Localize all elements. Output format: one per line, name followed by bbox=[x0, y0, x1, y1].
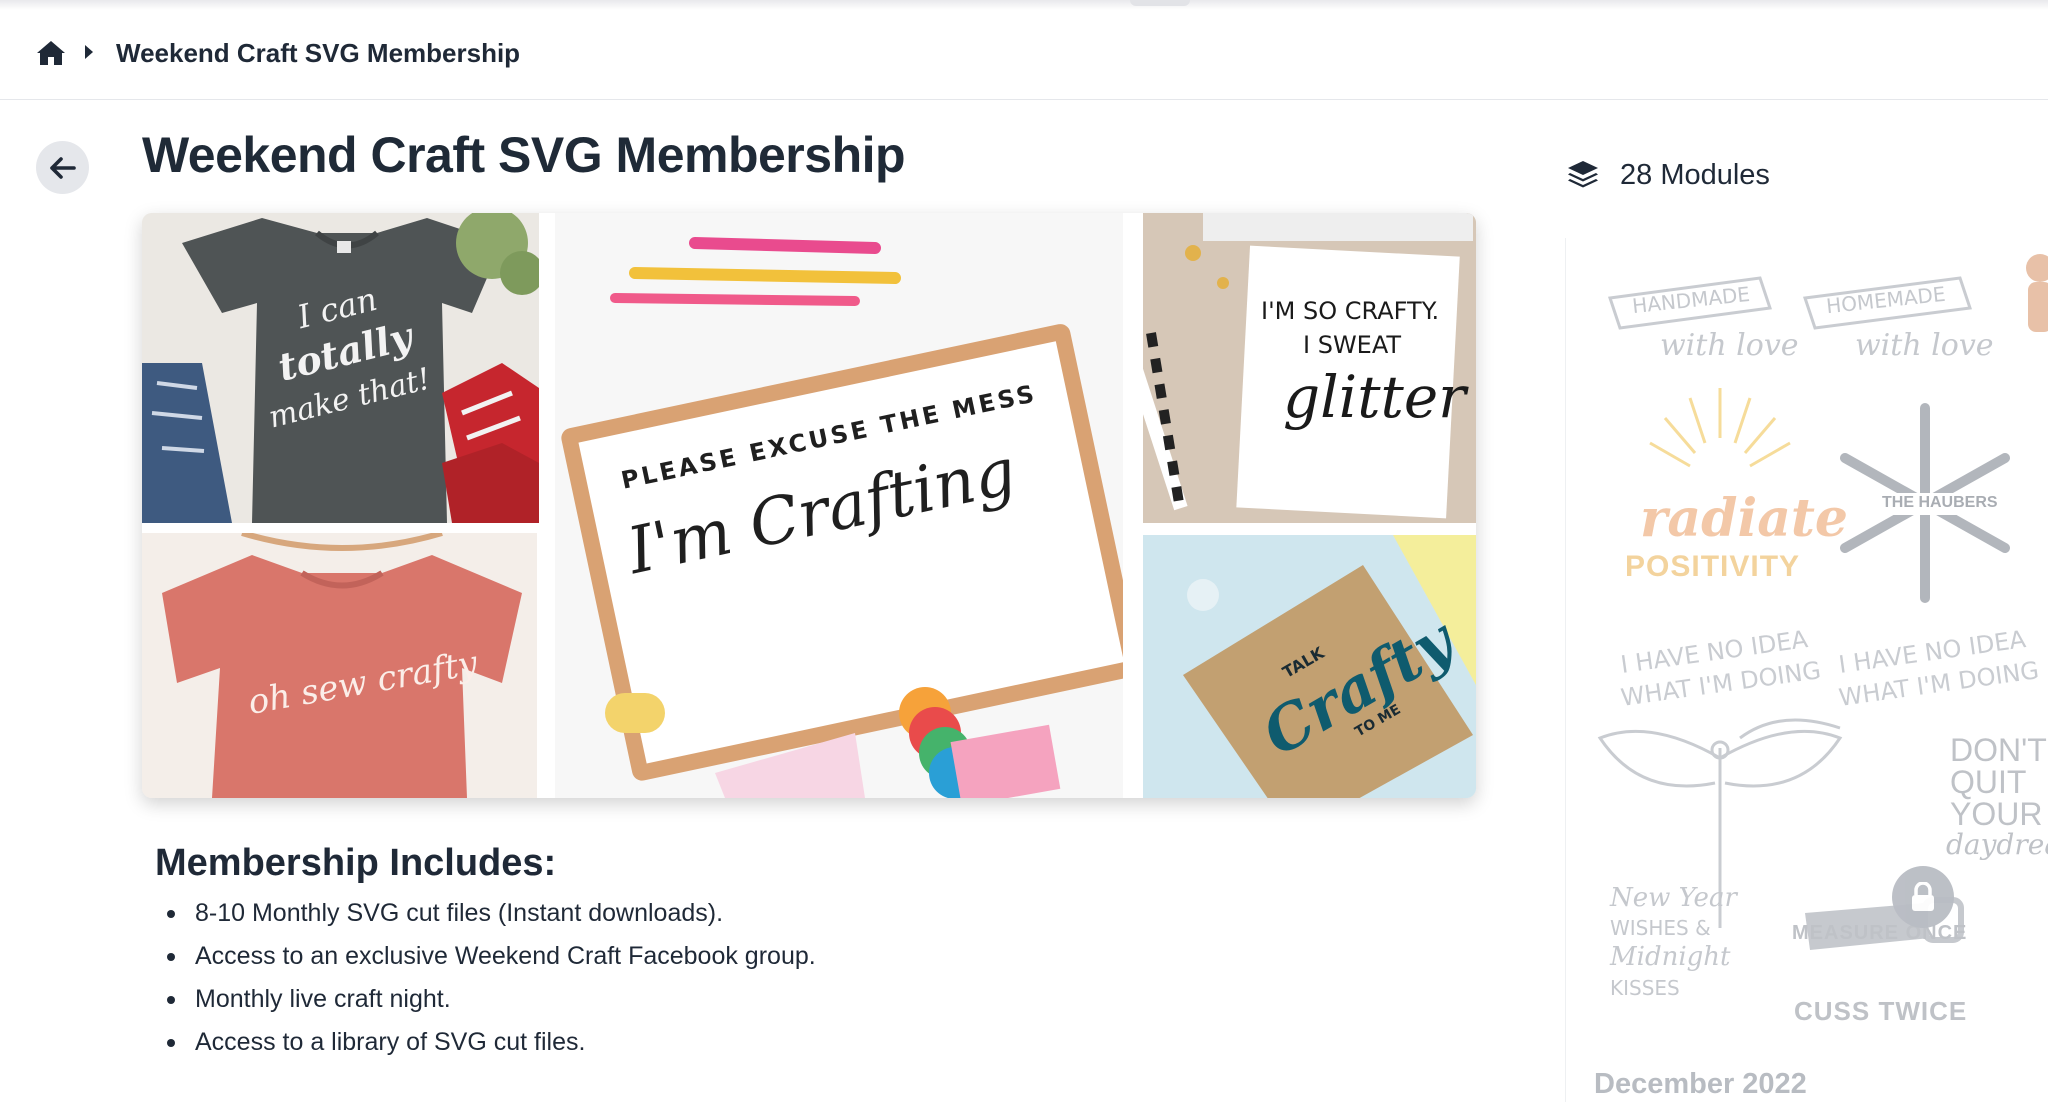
modules-count: 28 Modules bbox=[1620, 158, 1770, 191]
module-title[interactable]: December 2022 bbox=[1594, 1068, 1807, 1101]
gray-tshirt-photo: I can totally make that! bbox=[142, 213, 539, 523]
card-text-line-3: glitter bbox=[1283, 363, 1466, 431]
module-thumbnail[interactable]: HANDMADE with love HOMEMADE with love ra… bbox=[1580, 238, 2048, 1038]
thumb-handmade-script: with love bbox=[1660, 328, 1799, 363]
card-text-line-1: I'M SO CRAFTY. bbox=[1261, 297, 1440, 325]
list-item: Monthly live craft night. bbox=[155, 978, 816, 1021]
home-icon[interactable] bbox=[36, 40, 66, 66]
page-title: Weekend Craft SVG Membership bbox=[142, 127, 906, 183]
thumb-haubers: THE HAUBERS bbox=[1882, 494, 1998, 511]
arrow-left-icon bbox=[49, 156, 76, 179]
sidebar-divider bbox=[1565, 238, 1566, 1102]
thumb-measure: MEASURE ONCE bbox=[1792, 922, 1968, 944]
top-shadow bbox=[0, 0, 2048, 10]
thumb-new-year-1: New Year bbox=[1610, 883, 1737, 913]
thumb-dont-quit-4: daydream bbox=[1946, 828, 2048, 861]
hero-image: I can totally make that! oh sew crafty P… bbox=[142, 213, 1476, 798]
thumb-new-year-2: WISHES & bbox=[1610, 916, 1711, 940]
card-text-line-2: I SWEAT bbox=[1303, 331, 1402, 359]
list-item: Access to a library of SVG cut files. bbox=[155, 1021, 816, 1064]
thumb-new-year-4: KISSES bbox=[1610, 976, 1680, 1000]
caret-right-icon bbox=[85, 45, 93, 59]
layers-icon bbox=[1568, 161, 1598, 188]
thumb-cuss: CUSS TWICE bbox=[1794, 996, 1968, 1026]
thumb-radiate: radiate bbox=[1640, 488, 1848, 549]
module-lock-badge bbox=[1892, 866, 1954, 928]
kraft-notebook-photo: TALK Crafty TO ME bbox=[1143, 535, 1476, 798]
thumb-new-year-3: Midnight bbox=[1610, 942, 1731, 972]
clipboard-photo: PLEASE EXCUSE THE MESS I'm Crafting bbox=[555, 213, 1123, 798]
list-item: Access to an exclusive Weekend Craft Fac… bbox=[155, 935, 816, 978]
breadcrumb-current[interactable]: Weekend Craft SVG Membership bbox=[116, 38, 520, 69]
top-pill bbox=[1130, 0, 1190, 6]
glitter-card-photo: I'M SO CRAFTY. I SWEAT glitter bbox=[1143, 213, 1476, 523]
includes-title: Membership Includes: bbox=[155, 842, 557, 884]
includes-list: 8-10 Monthly SVG cut files (Instant down… bbox=[155, 892, 816, 1064]
modules-header: 28 Modules bbox=[1566, 158, 1770, 192]
top-bar: Weekend Craft SVG Membership bbox=[0, 0, 2048, 100]
list-item: 8-10 Monthly SVG cut files (Instant down… bbox=[155, 892, 816, 935]
thumb-homemade-script: with love bbox=[1855, 328, 1994, 363]
lock-icon bbox=[1912, 882, 1934, 911]
back-button[interactable] bbox=[36, 141, 89, 194]
thumb-positivity: POSITIVITY bbox=[1625, 550, 1801, 583]
pink-tshirt-photo: oh sew crafty bbox=[142, 533, 537, 798]
